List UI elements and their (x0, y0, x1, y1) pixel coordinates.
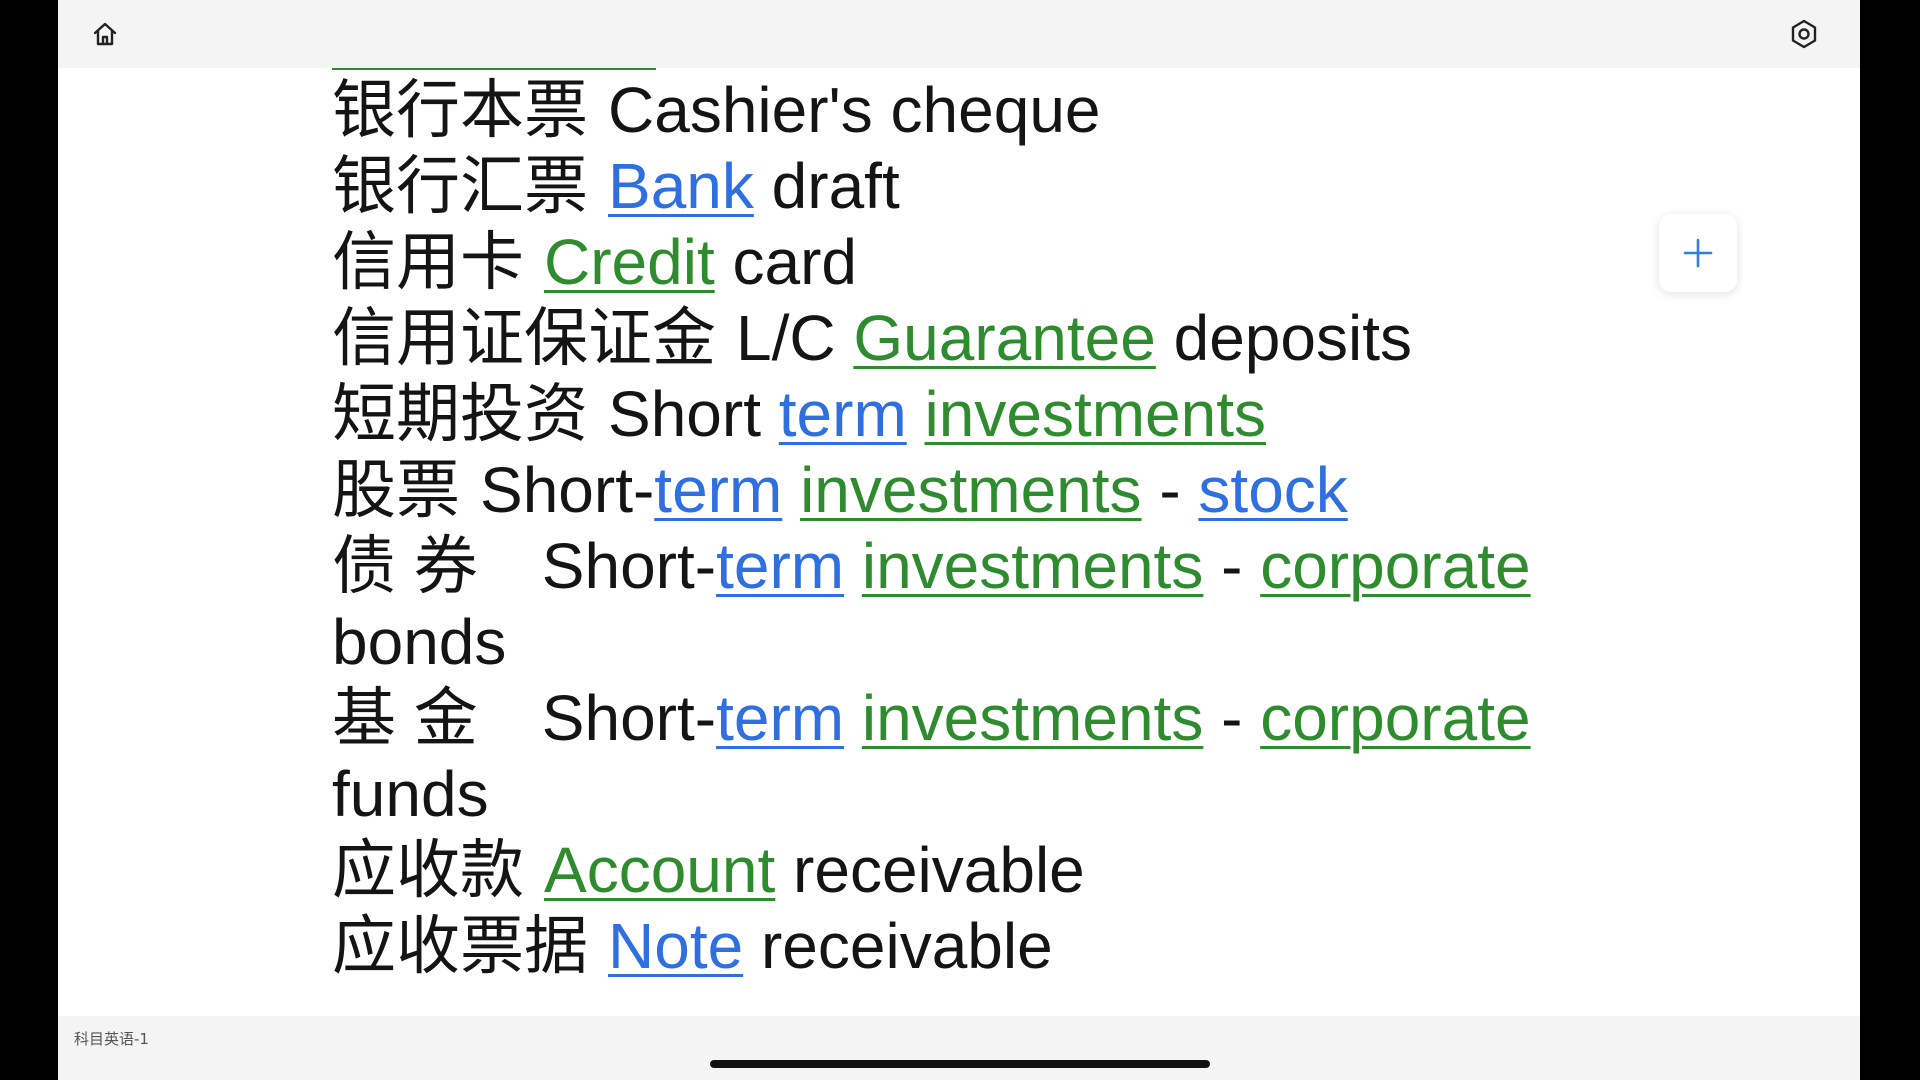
term-text (782, 454, 800, 526)
term-link[interactable]: Note (608, 910, 743, 982)
vocab-entry: 应收款 Account receivable (332, 832, 1085, 908)
term-link[interactable]: investments (862, 530, 1203, 602)
vocab-entry: 债 券 Short-term investments - corporate (332, 528, 1531, 604)
term-link[interactable]: Account (544, 834, 775, 906)
add-button[interactable] (1659, 214, 1737, 292)
top-toolbar (58, 0, 1860, 68)
term-link[interactable]: Credit (544, 226, 715, 298)
home-indicator[interactable] (710, 1060, 1210, 1068)
term-text: deposits (1155, 302, 1412, 374)
vocab-entry: 银行本票 Cashier's cheque (332, 72, 1101, 148)
chinese-term: 银行本票 (332, 74, 588, 146)
document-label: 科目英语-1 (74, 1030, 149, 1048)
home-icon (93, 22, 117, 46)
chinese-term: 应收款 (332, 834, 524, 906)
term-link[interactable]: Guarantee (853, 302, 1155, 374)
vocab-entry: 信用证保证金 L/C Guarantee deposits (332, 300, 1412, 376)
vocab-entry-wrap: bonds (332, 604, 506, 680)
home-button[interactable] (85, 14, 125, 54)
term-text: Cashier's cheque (608, 74, 1101, 146)
term-text: draft (753, 150, 900, 222)
chinese-term: 应收票据 (332, 910, 588, 982)
term-link[interactable]: investments (800, 454, 1141, 526)
term-text: - (1141, 454, 1199, 526)
term-link[interactable]: investments (925, 378, 1266, 450)
term-text (844, 530, 862, 602)
chinese-term: 信用证保证金 (332, 302, 716, 374)
vocab-entry: 信用卡 Credit card (332, 224, 857, 300)
settings-button[interactable] (1784, 14, 1824, 54)
term-text: - (1203, 682, 1261, 754)
term-text: bonds (332, 606, 507, 678)
settings-icon (1791, 19, 1817, 49)
vocab-entry: 基 金 Short-term investments - corporate (332, 680, 1531, 756)
term-text: receivable (743, 910, 1053, 982)
term-text (844, 682, 862, 754)
term-link[interactable]: term (654, 454, 782, 526)
term-text: - (1203, 530, 1261, 602)
vocab-entry: 股票 Short-term investments - stock (332, 452, 1348, 528)
term-link[interactable]: corporate (1260, 530, 1530, 602)
chinese-term: 银行汇票 (332, 150, 588, 222)
term-link[interactable]: investments (862, 682, 1203, 754)
term-link[interactable]: stock (1198, 454, 1347, 526)
term-text: Short (608, 378, 779, 450)
chinese-term: 基 金 (332, 682, 478, 754)
term-text (907, 378, 925, 450)
chinese-term: 债 券 (332, 530, 478, 602)
bottom-bar: 科目英语-1 (58, 1016, 1860, 1080)
term-text: Short- (541, 530, 717, 602)
document-content: 银行本票 Cashier's cheque 银行汇票 Bank draft 信用卡 Cre… (58, 68, 1860, 1016)
chinese-term: 股票 (332, 454, 460, 526)
chinese-term: 短期投资 (332, 378, 588, 450)
term-text: receivable (775, 834, 1085, 906)
term-text: funds (332, 758, 489, 830)
term-link[interactable]: term (779, 378, 907, 450)
partial-link-underline (332, 68, 656, 70)
vocab-entry: 短期投资 Short term investments (332, 376, 1266, 452)
term-link[interactable]: term (716, 530, 844, 602)
term-link[interactable]: Bank (608, 150, 754, 222)
vocab-entry: 银行汇票 Bank draft (332, 148, 900, 224)
term-text: Short- (541, 682, 717, 754)
term-text: L/C (736, 302, 854, 374)
vocab-entry: 应收票据 Note receivable (332, 908, 1053, 984)
chinese-term: 信用卡 (332, 226, 524, 298)
term-link[interactable]: corporate (1260, 682, 1530, 754)
term-link[interactable]: term (716, 682, 844, 754)
term-text: Short- (480, 454, 655, 526)
app-window: 银行本票 Cashier's cheque 银行汇票 Bank draft 信用卡 Cre… (58, 0, 1860, 1080)
term-text: card (714, 226, 858, 298)
plus-icon (1683, 238, 1713, 268)
vocab-entry-wrap: funds (332, 756, 489, 832)
